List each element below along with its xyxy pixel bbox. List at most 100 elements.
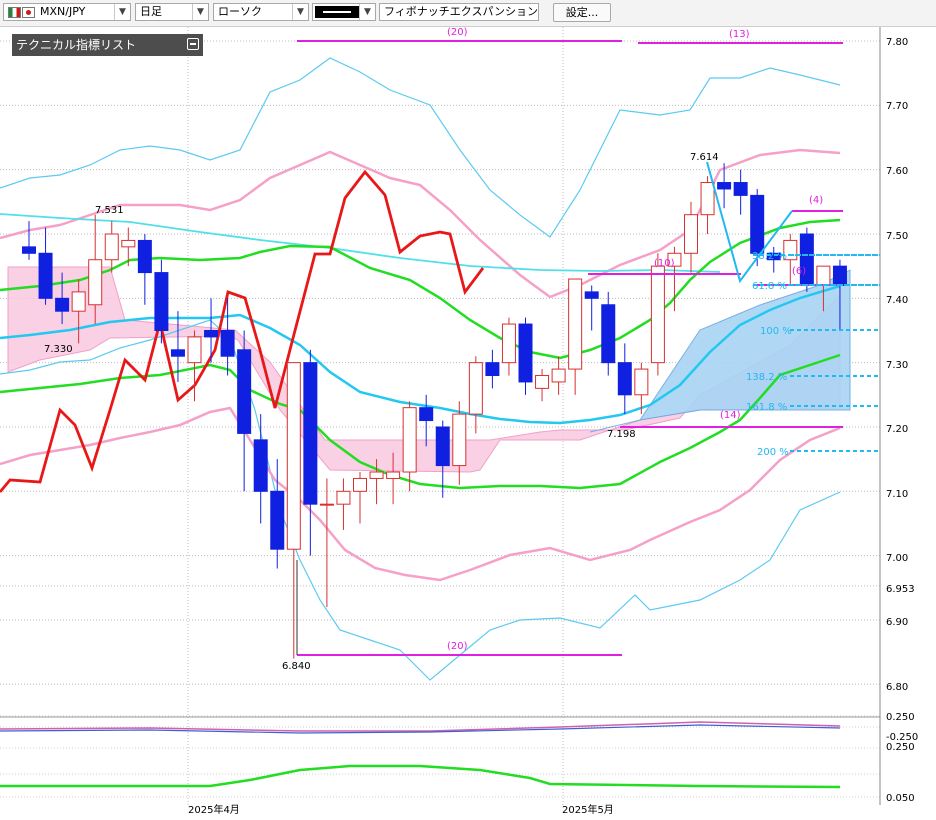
candle-body [187,336,202,364]
fib-level-label: 61.8 % [752,281,787,292]
candle-body [386,471,401,479]
candle [501,317,516,376]
candle-body [733,182,748,196]
price-axis-label: 7.10 [886,489,908,500]
candle-body [634,368,649,396]
candle-body [568,278,583,370]
candle [551,356,566,395]
candle-body [88,259,103,306]
sub-green-line [0,764,841,789]
indicator-list-title: テクニカル指標リスト [16,38,137,52]
candle-body [286,362,301,550]
candle-body [419,407,434,422]
candle [137,233,152,305]
candle-body [816,265,831,286]
candle-body [38,252,53,299]
candle-body [452,413,467,467]
candle [104,221,119,273]
candle-body [700,182,715,216]
candle-body [717,182,732,190]
chart-area[interactable]: 7.531 7.330 7.614 7.198 6.840 (20) (13) (20) (4)… [0,27,936,820]
fib-expansion-anchor [706,161,793,284]
candle-body [435,426,450,467]
candle-body [485,362,500,377]
price-axis-label: 6.953 [886,584,915,595]
date-axis-label: 2025年4月 [188,803,240,816]
oscillator-signal-line [0,724,841,734]
sub-axis-label: 0.250 [886,742,915,753]
candle-body [319,503,334,506]
annotation-label: (6) [792,266,806,277]
price-axis-label: 7.70 [886,101,908,112]
symbol-select[interactable]: MXN/JPY ▼ [3,3,131,21]
candle-body [402,407,417,473]
price-axis-label: 7.30 [886,360,908,371]
candle [700,176,715,234]
line-style-swatch-icon [315,6,359,18]
sub-axis-label: 0.050 [886,793,915,804]
mxn-jpy-flag-icon [8,4,36,20]
candle [319,478,334,608]
candle [204,298,219,363]
annotation-label: (13) [729,29,750,40]
fib-level-label: 100 % [760,326,792,337]
candle [38,227,53,305]
date-axis-label: 2025年5月 [562,803,614,816]
drawing-tool-select[interactable]: フィボナッチエクスパンション [379,3,539,21]
candle [237,330,252,492]
candle-body [220,329,235,357]
candle [336,478,351,530]
candle [286,362,301,659]
annotation-label: 7.198 [607,429,636,440]
candle-body [750,194,765,254]
price-axis-label: 6.90 [886,617,908,628]
minimize-icon[interactable] [187,38,199,50]
fib-level-label: 138.2 % [746,372,787,383]
candle [601,291,616,376]
price-axis-label: 7.00 [886,553,908,564]
price-chart[interactable]: 7.531 7.330 7.614 7.198 6.840 (20) (13) (20) (4)… [0,27,936,820]
annotation-label: (20) [447,27,468,38]
fib-level-label: 38.2 % [752,251,787,262]
candle-body [799,233,814,286]
candle-body [369,471,384,479]
chevron-down-icon: ▼ [359,4,375,20]
annotation-label: (10) [654,258,675,269]
settings-button[interactable]: 設定... [553,3,611,22]
annotation-label: (20) [447,641,468,652]
annotation-label: 7.614 [690,152,719,163]
annotation-label: 6.840 [282,661,311,672]
candle [650,253,665,376]
candle-body [22,246,36,254]
candle [402,401,417,492]
indicator-list-panel[interactable]: テクニカル指標リスト [12,34,203,56]
candle-body [518,323,533,383]
timeframe-select[interactable]: 日足 ▼ [135,3,209,21]
candle [419,394,434,447]
candle-body [303,362,318,505]
candle-body [617,362,632,396]
timeframe-label: 日足 [140,5,162,18]
line-style-select[interactable]: ▼ [312,3,376,21]
chart-type-select[interactable]: ローソク ▼ [213,3,309,21]
annotation-label: (4) [809,195,823,206]
annotation-label: 7.531 [95,205,124,216]
candle-body [832,265,847,286]
candle-body [684,214,698,254]
candle-body [55,297,70,312]
plot-layer [0,40,880,681]
candle [303,349,318,556]
candle-body [584,291,599,299]
candle [799,227,814,292]
candle-body [535,375,550,389]
candle-body [170,349,185,357]
candle [568,278,583,395]
sub-axis-label: 0.250 [886,712,915,723]
candle-body [601,304,616,364]
candle [485,349,500,389]
chevron-down-icon: ▼ [192,4,208,20]
candle [733,169,748,215]
candle [22,221,36,260]
price-axis-label: 6.80 [886,682,908,693]
candle [353,472,367,524]
